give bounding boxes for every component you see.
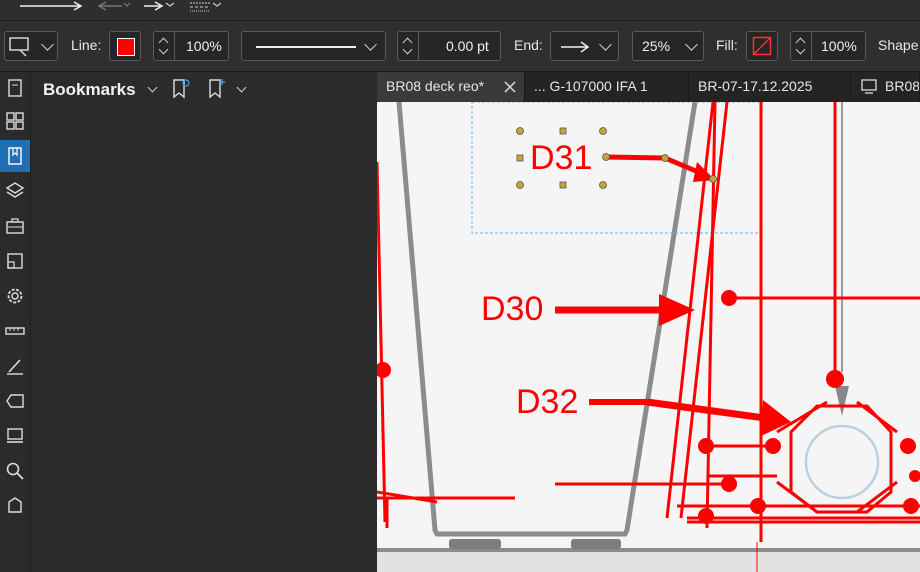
layers-icon[interactable] — [0, 175, 30, 207]
label-d30[interactable]: D30 — [481, 290, 543, 328]
drawing-canvas[interactable]: D31 D30 D32 — [377, 102, 920, 572]
duct-circle — [804, 424, 880, 500]
monitor-icon — [861, 79, 877, 94]
fill-label: Fill: — [716, 37, 738, 53]
rebar-lines — [377, 102, 920, 572]
chevron-down-icon — [364, 38, 377, 51]
line-opacity-value: 100% — [186, 38, 222, 54]
bookmarks-icon[interactable] — [0, 140, 30, 172]
tie-octagon — [776, 400, 898, 514]
arrow-end-icon — [561, 41, 590, 53]
fill-color-button[interactable] — [746, 31, 778, 61]
solid-line-preview — [256, 46, 356, 48]
line-style-strip — [0, 0, 920, 21]
base-strip — [377, 552, 920, 572]
panel-title: Bookmarks — [43, 80, 136, 99]
toolbox-icon[interactable] — [0, 210, 30, 242]
line-end-dropdown[interactable] — [550, 31, 619, 61]
panel-menu-chevron-icon[interactable] — [147, 82, 158, 93]
shape-type-dropdown[interactable] — [4, 31, 58, 61]
arrow-end-icon[interactable] — [144, 1, 175, 11]
down-arrow-icon — [795, 44, 806, 55]
label-d32[interactable]: D32 — [516, 383, 578, 421]
chevron-down-icon — [41, 38, 54, 51]
arrow-style-icon[interactable] — [20, 1, 83, 11]
signature-icon[interactable] — [0, 350, 30, 382]
fill-opacity-value: 100% — [821, 38, 857, 54]
line-pattern-icon[interactable] — [190, 2, 222, 12]
add-bookmark-icon[interactable] — [207, 78, 227, 100]
tab-br08[interactable]: BR08 — [851, 72, 920, 102]
tab-label: ... G-107000 IFA 1 — [534, 78, 648, 94]
leader-arrowhead — [835, 386, 849, 416]
chevron-down-icon — [599, 38, 612, 51]
line-width-stepper[interactable]: 0.00 pt — [397, 31, 501, 61]
line-style-dropdown[interactable] — [241, 31, 386, 61]
shape-icon[interactable] — [0, 490, 30, 522]
stamp-icon[interactable] — [0, 420, 30, 452]
properties-toolbar: Line: 100% 0.00 pt End: 25% Fill: 100% S… — [0, 21, 920, 72]
tag-icon[interactable] — [0, 385, 30, 417]
line-color-button[interactable] — [109, 31, 141, 61]
scale-dropdown[interactable]: 25% — [632, 31, 704, 61]
line-width-value: 0.00 pt — [446, 38, 489, 54]
bearing-pad — [571, 539, 621, 549]
chevron-down-icon — [685, 38, 698, 51]
fill-opacity-stepper[interactable]: 100% — [790, 31, 866, 61]
line-color-swatch — [117, 38, 135, 56]
document-icon[interactable] — [0, 72, 30, 104]
end-label: End: — [514, 37, 543, 53]
left-tool-rail — [0, 72, 31, 572]
tab-label: BR08 deck reo* — [386, 78, 485, 94]
close-icon[interactable] — [504, 81, 516, 93]
spin-buttons[interactable] — [791, 32, 812, 60]
bookmarks-panel: Bookmarks — [31, 72, 378, 572]
callout-d30-arrow[interactable] — [555, 294, 695, 326]
drawing-svg[interactable]: D31 D30 D32 — [377, 102, 920, 572]
spin-buttons[interactable] — [398, 32, 419, 60]
tab-g-107000[interactable]: ... G-107000 IFA 1 — [525, 72, 689, 102]
line-label: Line: — [71, 37, 102, 53]
search-icon[interactable] — [0, 455, 30, 487]
tab-br-07[interactable]: BR-07-17.12.2025 — [689, 72, 851, 102]
scale-value: 25% — [642, 38, 671, 54]
arrow-start-icon[interactable] — [97, 1, 131, 11]
tab-label: BR-07-17.12.2025 — [698, 78, 813, 94]
down-arrow-icon — [402, 44, 413, 55]
measure-icon[interactable] — [0, 315, 30, 347]
crop-icon[interactable] — [0, 245, 30, 277]
thumbnails-icon[interactable] — [0, 105, 30, 137]
no-fill-icon — [752, 36, 772, 56]
tab-br08-deck-reo[interactable]: BR08 deck reo* — [377, 72, 525, 102]
shape-callout-icon — [9, 37, 29, 57]
document-tabs: BR08 deck reo* ... G-107000 IFA 1 BR-07-… — [377, 72, 920, 102]
line-opacity-stepper[interactable]: 100% — [153, 31, 229, 61]
label-d31[interactable]: D31 — [530, 139, 592, 177]
down-arrow-icon — [158, 44, 169, 55]
spin-buttons[interactable] — [154, 32, 175, 60]
shape-label: Shape — [878, 37, 919, 53]
callout-d31-arrow[interactable] — [602, 153, 717, 183]
bearing-pad — [449, 539, 501, 549]
bookmark-settings-icon[interactable] — [171, 78, 191, 100]
tab-label: BR08 — [885, 78, 920, 94]
add-bookmark-chevron-icon[interactable] — [236, 82, 247, 93]
settings-icon[interactable] — [0, 280, 30, 312]
